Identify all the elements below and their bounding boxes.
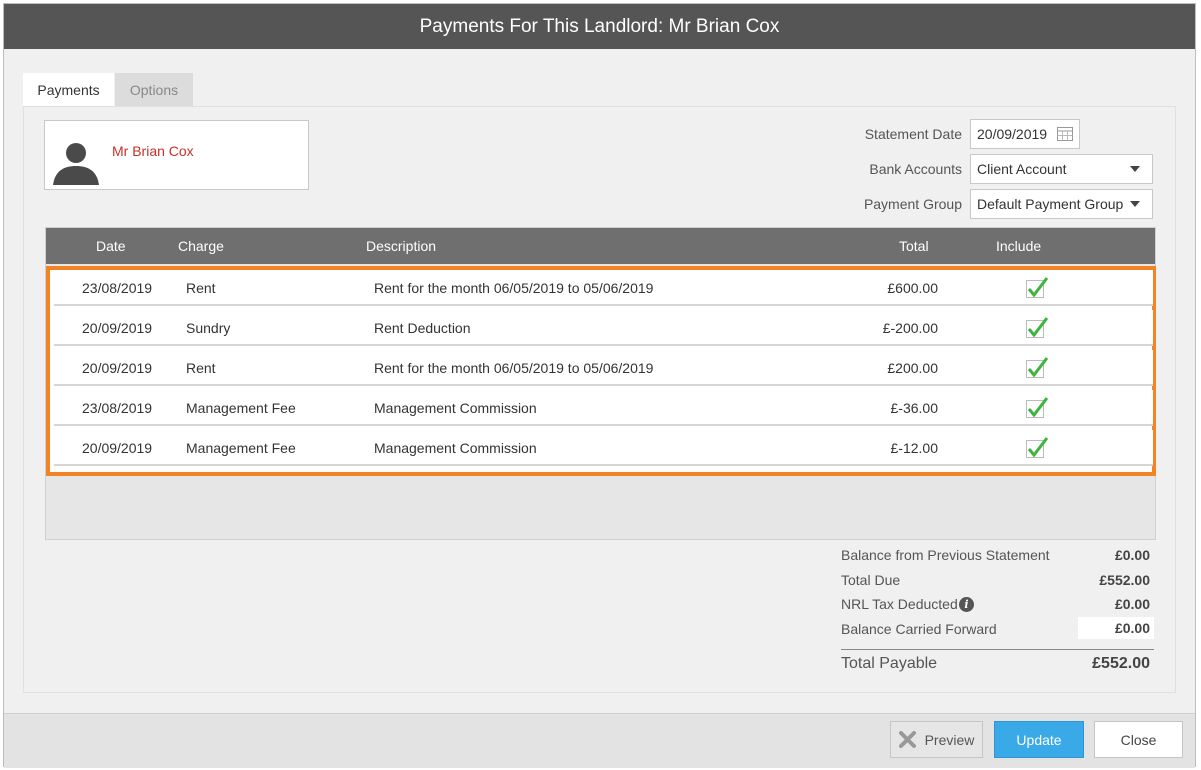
header-include[interactable]: Include <box>996 238 1041 254</box>
payment-group-row: Payment Group Default Payment Group <box>824 189 1153 219</box>
total-payable-value: £552.00 <box>1092 655 1150 672</box>
bank-accounts-row: Bank Accounts Client Account <box>824 154 1153 184</box>
checkbox-checked-icon[interactable] <box>1026 317 1048 339</box>
balance-carried-forward-row: Balance Carried Forward £0.00 <box>841 617 1154 641</box>
total-due-value: £552.00 <box>1099 572 1150 588</box>
balance-carried-forward-label: Balance Carried Forward <box>841 621 997 637</box>
payment-group-value: Default Payment Group <box>977 196 1124 212</box>
total-payable-label: Total Payable <box>841 655 938 672</box>
row-total: £-200.00 <box>882 320 938 336</box>
row-date: 20/09/2019 <box>82 320 153 336</box>
balance-previous-label: Balance from Previous Statement <box>841 547 1050 563</box>
checkbox-checked-icon[interactable] <box>1026 357 1048 379</box>
person-icon <box>53 143 99 185</box>
close-button[interactable]: Close <box>1094 721 1183 758</box>
table-row[interactable]: 23/08/2019 Rent Rent for the month 06/05… <box>54 270 1153 306</box>
tab-options[interactable]: Options <box>115 73 193 106</box>
bank-accounts-label: Bank Accounts <box>869 161 962 177</box>
table-row[interactable]: 23/08/2019 Management Fee Management Com… <box>54 390 1153 426</box>
tab-bar: Payments Options <box>23 73 193 106</box>
dialog-title: Payments For This Landlord: Mr Brian Cox <box>4 4 1195 49</box>
row-description: Management Commission <box>374 400 537 416</box>
nrl-tax-row: NRL Tax Deducted i £0.00 <box>841 594 1154 616</box>
info-icon[interactable]: i <box>959 597 974 612</box>
statement-date-label: Statement Date <box>864 126 962 142</box>
checkbox-checked-icon[interactable] <box>1026 397 1048 419</box>
dialog-footer: Preview Update Close <box>4 713 1195 768</box>
row-description: Management Commission <box>374 440 537 456</box>
row-date: 23/08/2019 <box>82 280 153 296</box>
row-total: £-36.00 <box>890 400 938 416</box>
balance-previous-row: Balance from Previous Statement £0.00 <box>841 545 1154 567</box>
row-date: 20/09/2019 <box>82 440 153 456</box>
statement-date-row: Statement Date 20/09/2019 <box>824 119 1080 149</box>
row-date: 23/08/2019 <box>82 400 153 416</box>
row-charge: Rent <box>186 360 216 376</box>
table-row[interactable]: 20/09/2019 Rent Rent for the month 06/05… <box>54 350 1153 386</box>
landlord-name[interactable]: Mr Brian Cox <box>112 143 194 159</box>
highlighted-rows: 23/08/2019 Rent Rent for the month 06/05… <box>46 266 1156 476</box>
payment-group-label: Payment Group <box>863 196 962 212</box>
total-due-row: Total Due £552.00 <box>841 570 1154 592</box>
header-date[interactable]: Date <box>96 238 126 254</box>
table-row[interactable]: 20/09/2019 Management Fee Management Com… <box>54 430 1153 466</box>
row-date: 20/09/2019 <box>82 360 153 376</box>
row-charge: Sundry <box>186 320 231 336</box>
row-description: Rent for the month 06/05/2019 to 05/06/2… <box>374 280 654 296</box>
payment-group-select[interactable]: Default Payment Group <box>970 189 1153 219</box>
chevron-down-icon[interactable] <box>1130 201 1140 207</box>
checkbox-checked-icon[interactable] <box>1026 277 1048 299</box>
row-charge: Management Fee <box>186 400 296 416</box>
summary-divider <box>841 649 1154 650</box>
update-button[interactable]: Update <box>994 721 1084 758</box>
preview-button[interactable]: Preview <box>890 721 983 758</box>
total-due-label: Total Due <box>841 572 901 588</box>
header-total[interactable]: Total <box>899 238 929 254</box>
table-row[interactable]: 20/09/2019 Sundry Rent Deduction £-200.0… <box>54 310 1153 346</box>
row-total: £600.00 <box>887 280 938 296</box>
row-description: Rent for the month 06/05/2019 to 05/06/2… <box>374 360 654 376</box>
calendar-icon[interactable] <box>1057 127 1073 141</box>
preview-label: Preview <box>924 731 975 748</box>
checkbox-checked-icon[interactable] <box>1026 437 1048 459</box>
bank-accounts-select[interactable]: Client Account <box>970 154 1153 184</box>
nrl-tax-label: NRL Tax Deducted <box>841 596 958 612</box>
landlord-card: Mr Brian Cox <box>44 120 309 190</box>
header-charge[interactable]: Charge <box>178 238 224 254</box>
row-charge: Management Fee <box>186 440 296 456</box>
balance-carried-forward-input[interactable]: £0.00 <box>1078 617 1154 639</box>
row-total: £-12.00 <box>890 440 938 456</box>
total-payable-row: Total Payable £552.00 <box>841 655 1154 679</box>
statement-date-input[interactable]: 20/09/2019 <box>970 119 1080 149</box>
row-charge: Rent <box>186 280 216 296</box>
bank-accounts-value: Client Account <box>977 161 1067 177</box>
tab-payments[interactable]: Payments <box>23 73 114 106</box>
statement-date-value: 20/09/2019 <box>977 126 1048 142</box>
payments-dialog: Payments For This Landlord: Mr Brian Cox… <box>3 3 1196 768</box>
header-description[interactable]: Description <box>366 238 436 254</box>
chevron-down-icon[interactable] <box>1130 166 1140 172</box>
close-icon <box>898 731 916 748</box>
nrl-tax-value: £0.00 <box>1114 596 1150 612</box>
row-description: Rent Deduction <box>374 320 471 336</box>
grid-header: Date Charge Description Total Include <box>46 228 1155 264</box>
balance-previous-value: £0.00 <box>1114 547 1150 563</box>
row-total: £200.00 <box>887 360 938 376</box>
